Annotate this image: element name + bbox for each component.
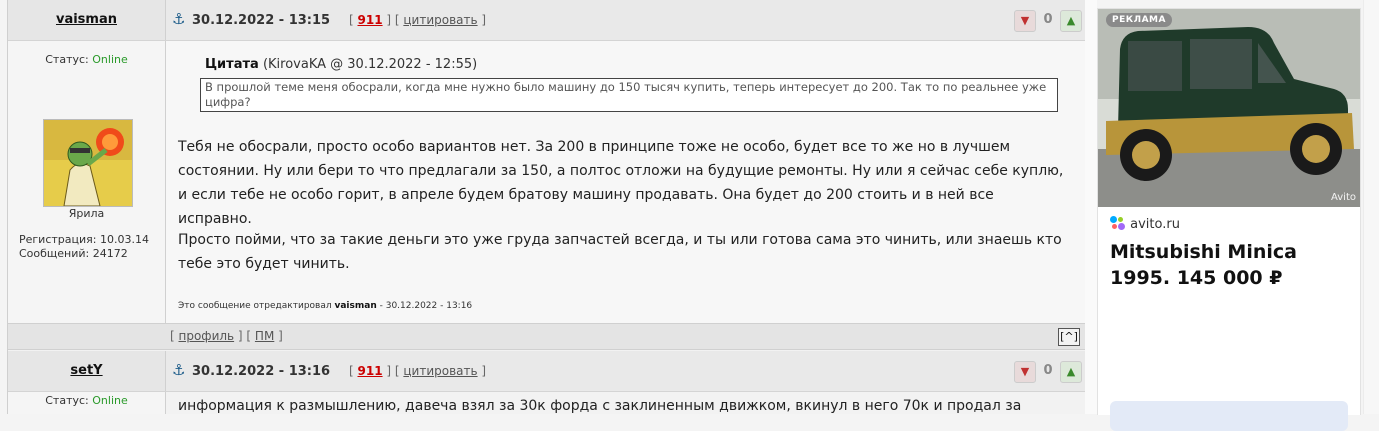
- thumb-down-icon[interactable]: ▼: [1014, 361, 1036, 383]
- ad-banner[interactable]: РЕКЛАМА Avito avito.ru Mitsubishi Minica…: [1097, 8, 1361, 431]
- avatar-caption: Ярила: [68, 207, 105, 220]
- ad-photo: [1098, 9, 1360, 207]
- anchor-icon[interactable]: ⚓: [172, 361, 185, 379]
- status-label: Статус:: [45, 53, 89, 66]
- username-link[interactable]: vaisman: [8, 12, 165, 27]
- edited-user: vaisman: [334, 301, 377, 311]
- ad-watermark: Avito: [1331, 192, 1356, 203]
- user-stats: Регистрация: 10.03.14 Сообщений: 24172: [19, 233, 149, 261]
- avatar-image: [44, 120, 132, 206]
- profile-link[interactable]: профиль: [179, 329, 235, 343]
- user-cell: setY: [8, 351, 166, 391]
- quote-label: Цитата: [205, 57, 259, 72]
- user-status: Статус: Online: [8, 53, 165, 66]
- post-links: [ 911 ] [ цитировать ]: [349, 13, 487, 27]
- status-label: Статус:: [45, 394, 89, 407]
- post-footer: [ профиль ] [ ПМ ] [^]: [8, 323, 1086, 350]
- post-date: 30.12.2022 - 13:15: [192, 13, 331, 28]
- post-header: setY ⚓ 30.12.2022 - 13:16 [ 911 ] [ цити…: [8, 351, 1086, 392]
- status-value: Online: [92, 53, 128, 66]
- reputation-widget: ▼ 0 ▲: [1014, 10, 1082, 32]
- post-number-link[interactable]: 911: [358, 364, 383, 378]
- post-body: Цитата (KirovaKA @ 30.12.2022 - 12:55) В…: [166, 41, 1086, 323]
- anchor-icon[interactable]: ⚓: [172, 10, 185, 28]
- edited-note: Это сообщение отредактировал vaisman - 3…: [178, 301, 472, 311]
- pm-link[interactable]: ПМ: [255, 329, 274, 343]
- post-paragraph: Тебя не обосрали, просто особо вариантов…: [178, 139, 1064, 227]
- ad-action-button[interactable]: [1110, 401, 1348, 431]
- page-scrollbar[interactable]: [1363, 0, 1379, 414]
- avito-logo-icon: [1110, 216, 1126, 230]
- edited-prefix: Это сообщение отредактировал: [178, 301, 332, 311]
- thumb-up-icon[interactable]: ▲: [1060, 10, 1082, 32]
- forum-thread: vaisman ⚓ 30.12.2022 - 13:15 [ 911 ] [ ц…: [7, 0, 1087, 414]
- edited-time: - 30.12.2022 - 13:16: [379, 301, 473, 311]
- reputation-widget: ▼ 0 ▲: [1014, 361, 1082, 383]
- message-count: Сообщений: 24172: [19, 247, 128, 260]
- user-info-panel: Статус: Online Ярила Регистрация: 10.03.…: [8, 41, 166, 323]
- rating-count: 0: [1043, 363, 1053, 378]
- post-number-link[interactable]: 911: [358, 13, 383, 27]
- avatar: [43, 119, 133, 207]
- ad-source-label: avito.ru: [1130, 217, 1180, 232]
- post-links: [ 911 ] [ цитировать ]: [349, 364, 487, 378]
- status-value: Online: [92, 394, 128, 407]
- quote-link[interactable]: цитировать: [403, 13, 477, 27]
- username-link[interactable]: setY: [8, 363, 165, 378]
- footer-links: [ профиль ] [ ПМ ]: [170, 329, 283, 343]
- scroll-top-button[interactable]: [^]: [1058, 328, 1080, 346]
- ad-title[interactable]: Mitsubishi Minica 1995. 145 000 ₽: [1110, 239, 1350, 291]
- post-paragraph: информация к размышлению, давеча взял за…: [178, 398, 1022, 414]
- user-status: Статус: Online: [8, 394, 165, 407]
- quote-source: (KirovaKA @ 30.12.2022 - 12:55): [262, 57, 478, 72]
- thumb-up-icon[interactable]: ▲: [1060, 361, 1082, 383]
- post-paragraph: Просто пойми, что за такие деньги это уж…: [178, 232, 1062, 272]
- user-info-panel: Статус: Online: [8, 392, 166, 414]
- ad-source: avito.ru: [1110, 216, 1180, 232]
- quote-header: Цитата (KirovaKA @ 30.12.2022 - 12:55): [205, 57, 477, 72]
- quote-link[interactable]: цитировать: [403, 364, 477, 378]
- column-gap: [1085, 0, 1097, 414]
- post-header: vaisman ⚓ 30.12.2022 - 13:15 [ 911 ] [ ц…: [8, 0, 1086, 41]
- registration-date: Регистрация: 10.03.14: [19, 233, 149, 246]
- user-cell: vaisman: [8, 0, 166, 40]
- post-date: 30.12.2022 - 13:16: [192, 364, 331, 379]
- rating-count: 0: [1043, 12, 1053, 27]
- quote-box: В прошлой теме меня обосрали, когда мне …: [200, 78, 1058, 112]
- ad-badge: РЕКЛАМА: [1106, 13, 1172, 27]
- thumb-down-icon[interactable]: ▼: [1014, 10, 1036, 32]
